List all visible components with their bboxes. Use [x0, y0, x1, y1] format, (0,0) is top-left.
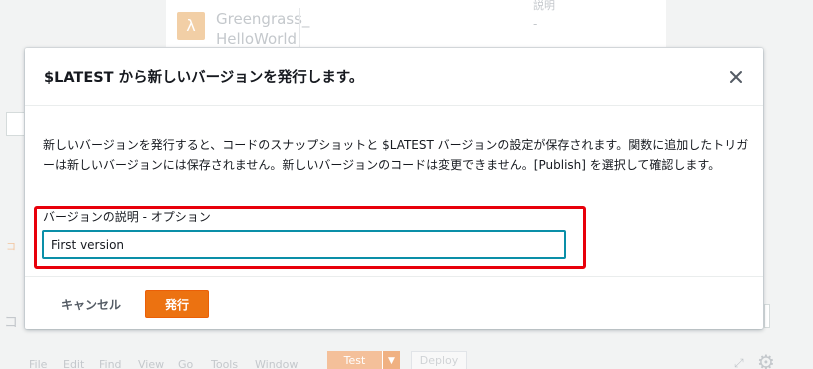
- description-value: -: [533, 17, 538, 31]
- gear-icon[interactable]: ⚙: [757, 350, 775, 369]
- test-button[interactable]: Test: [327, 351, 382, 369]
- cancel-button[interactable]: キャンセル: [51, 290, 131, 318]
- modal-title: $LATEST から新しいバージョンを発行します。: [44, 70, 364, 86]
- publish-version-modal: $LATEST から新しいバージョンを発行します。 新しいバージョンを発行すると…: [25, 48, 763, 329]
- function-name-line2: HelloWorld: [216, 30, 298, 48]
- header-divider: [299, 8, 300, 48]
- modal-header: $LATEST から新しいバージョンを発行します。: [25, 48, 763, 106]
- menu-window[interactable]: Window: [255, 358, 298, 369]
- function-name: Greengrass_ HelloWorld: [216, 9, 326, 49]
- fullscreen-icon[interactable]: ⤢: [734, 356, 744, 369]
- background-input-edge: [764, 304, 770, 328]
- description-label: 説明: [533, 0, 555, 12]
- modal-footer: キャンセル 発行: [25, 276, 763, 329]
- side-section-label: コ: [4, 315, 18, 331]
- lambda-icon: λ: [177, 12, 205, 40]
- publish-button[interactable]: 発行: [145, 290, 209, 318]
- deploy-button[interactable]: Deploy: [411, 351, 467, 369]
- side-tab-label: コ: [6, 242, 16, 253]
- menu-find[interactable]: Find: [99, 358, 122, 369]
- function-name-line1: Greengrass_: [216, 10, 310, 28]
- menu-tools[interactable]: Tools: [211, 358, 238, 369]
- menu-edit[interactable]: Edit: [63, 358, 84, 369]
- menu-go[interactable]: Go: [178, 358, 193, 369]
- version-description-input[interactable]: [42, 230, 566, 259]
- chevron-down-icon[interactable]: ▼: [382, 351, 400, 369]
- version-description-label: バージョンの説明 - オプション: [43, 210, 211, 224]
- menu-view[interactable]: View: [138, 358, 164, 369]
- modal-description: 新しいバージョンを発行すると、コードのスナップショットと $LATEST バージ…: [43, 138, 749, 172]
- menu-file[interactable]: File: [29, 358, 47, 369]
- close-icon[interactable]: [725, 66, 747, 88]
